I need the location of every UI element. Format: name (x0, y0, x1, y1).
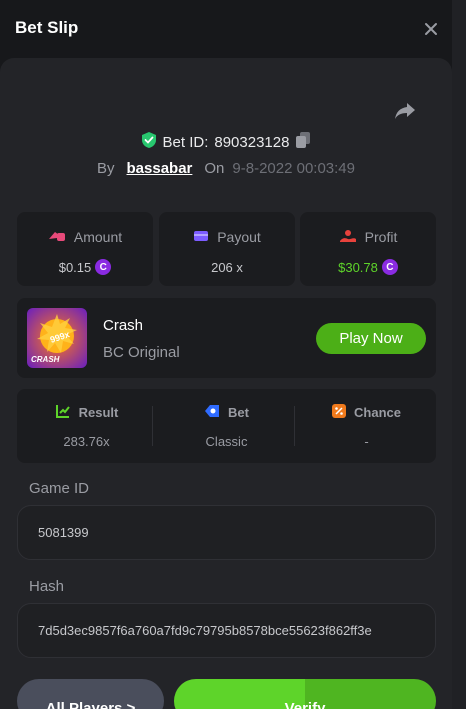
detail-bet: Bet Classic (157, 389, 296, 463)
stat-label-payout: Payout (217, 229, 261, 245)
bet-timestamp: 9-8-2022 00:03:49 (232, 159, 355, 177)
background-strip (450, 0, 466, 709)
detail-value-bet: Classic (205, 434, 248, 449)
chevron-right-icon: > (126, 699, 136, 709)
on-label: On (204, 159, 225, 177)
hash-field[interactable]: 7d5d3ec9857f6a760a7fd9c79795b8578bce5562… (17, 603, 436, 658)
by-label: By (96, 159, 115, 177)
hash-label: Hash (29, 578, 65, 595)
divider (152, 406, 153, 446)
game-provider: BC Original (103, 344, 180, 361)
crash-game-thumbnail[interactable]: 999x CRASH (27, 308, 87, 368)
stat-value-amount: $0.15 (58, 259, 92, 275)
verify-button[interactable]: Verify (174, 679, 436, 709)
amount-icon (48, 229, 66, 246)
thumb-label-text: CRASH (31, 355, 60, 364)
game-id-field[interactable]: 5081399 (17, 505, 436, 560)
detail-label-result: Result (78, 404, 119, 420)
chance-icon (332, 403, 347, 421)
divider (294, 406, 295, 446)
header: Bet Slip (0, 0, 452, 58)
bet-id-row: Bet ID: 890323128 (0, 131, 452, 153)
detail-value-result: 283.76x (63, 434, 110, 449)
shield-check-icon (141, 131, 157, 153)
bet-meta-row: By bassabar On 9-8-2022 00:03:49 (0, 157, 452, 179)
bet-icon (204, 404, 220, 421)
game-card: 999x CRASH Crash BC Original Play Now (17, 298, 436, 378)
stat-label-profit: Profit (364, 229, 398, 245)
stat-value-payout: 206 x (211, 259, 243, 275)
bet-id-value: 890323128 (214, 133, 290, 151)
result-icon (55, 404, 71, 421)
detail-label-bet: Bet (228, 404, 249, 420)
stat-card-amount: Amount $0.15 C (17, 212, 153, 286)
detail-result: Result 283.76x (17, 389, 156, 463)
username-link[interactable]: bassabar (127, 160, 193, 177)
page-title: Bet Slip (15, 18, 79, 37)
game-id-label: Game ID (29, 480, 90, 497)
stat-value-profit: $30.78 (338, 259, 378, 275)
all-players-button[interactable]: All Players > (17, 679, 164, 709)
share-icon[interactable] (393, 100, 417, 122)
bet-slip-panel: Bet Slip Bet ID: 890323128 By bassabar O… (0, 0, 452, 709)
close-icon[interactable] (420, 18, 442, 40)
copy-icon[interactable] (295, 131, 311, 153)
play-now-button[interactable]: Play Now (316, 323, 426, 354)
game-name: Crash (103, 317, 144, 334)
coin-icon: C (95, 259, 112, 275)
wallet-icon (193, 229, 209, 246)
detail-label-chance: Chance (354, 404, 401, 420)
profit-icon (339, 229, 357, 246)
coin-icon: C (381, 259, 398, 275)
stat-card-payout: Payout 206 x (159, 212, 295, 286)
detail-chance: Chance - (297, 389, 436, 463)
detail-value-chance: - (364, 434, 369, 449)
bet-id-label: Bet ID: (162, 133, 209, 151)
all-players-label: All Players (45, 699, 123, 709)
stat-label-amount: Amount (73, 229, 123, 245)
stat-card-profit: Profit $30.78 C (300, 212, 436, 286)
bet-details-card: Result 283.76x Bet Classic Chance - (17, 389, 436, 463)
